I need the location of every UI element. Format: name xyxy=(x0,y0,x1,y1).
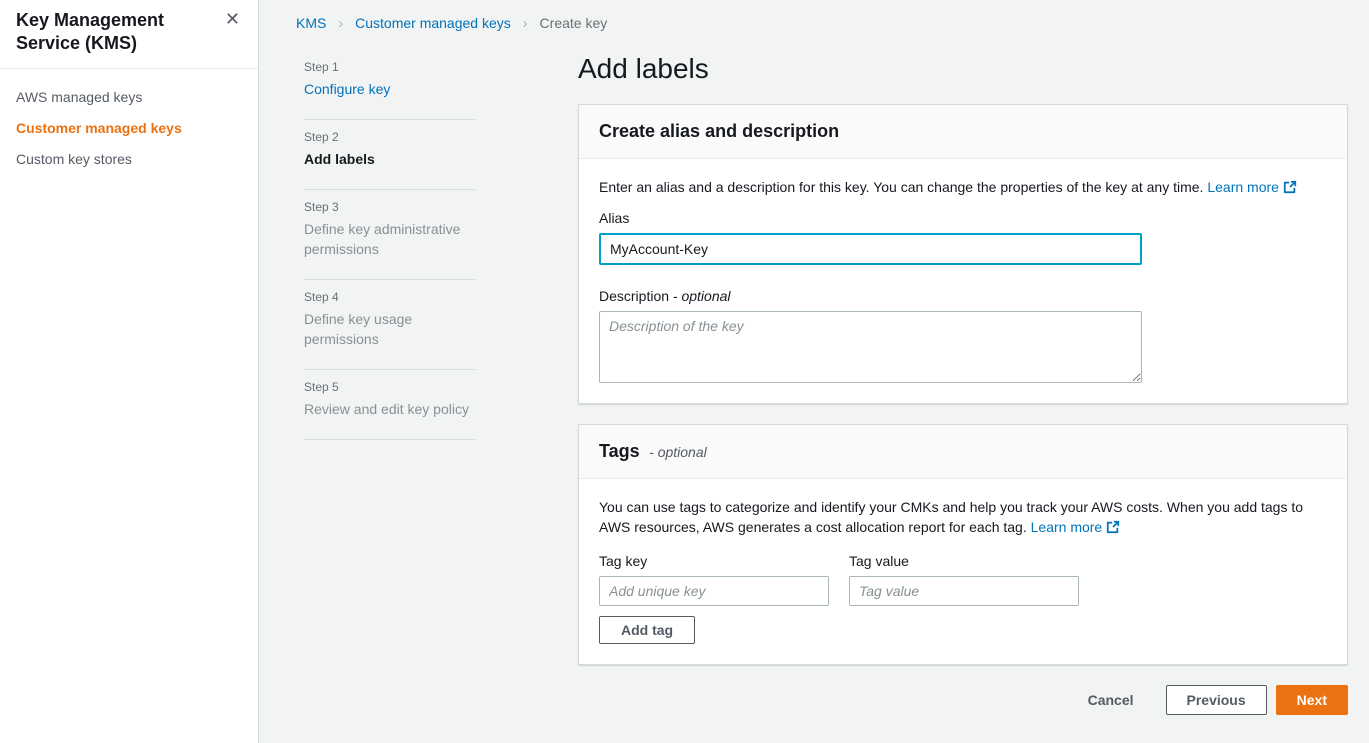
tags-card-header: Tags - optional xyxy=(579,425,1347,479)
alias-label: Alias xyxy=(599,210,1327,226)
tags-learn-more-link[interactable]: Learn more xyxy=(1031,519,1121,535)
sidebar: Key Management Service (KMS) ✕ AWS manag… xyxy=(0,0,259,743)
add-tag-button[interactable]: Add tag xyxy=(599,616,695,644)
page-title: Add labels xyxy=(578,53,1348,85)
step-number: Step 2 xyxy=(304,130,476,144)
sidebar-item-custom-key-stores[interactable]: Custom key stores xyxy=(0,144,258,175)
close-icon[interactable]: ✕ xyxy=(221,8,244,30)
sidebar-item-customer-managed-keys[interactable]: Customer managed keys xyxy=(0,113,258,144)
content-area: KMS › Customer managed keys › Create key… xyxy=(260,0,1369,743)
step-number: Step 3 xyxy=(304,200,476,214)
tag-key-field-group: Tag key xyxy=(599,553,829,606)
next-button[interactable]: Next xyxy=(1276,685,1348,715)
breadcrumb-link-kms[interactable]: KMS xyxy=(296,15,326,31)
tags-intro-text: You can use tags to categorize and ident… xyxy=(599,497,1327,537)
content-row: Step 1 Configure key Step 2 Add labels S… xyxy=(260,44,1369,715)
step-item-3: Step 3 Define key administrative permiss… xyxy=(304,190,476,280)
wizard-footer-actions: Cancel Previous Next xyxy=(578,685,1348,715)
step-title-add-labels: Add labels xyxy=(304,149,476,169)
tags-card-title: Tags xyxy=(599,441,640,461)
step-item-5: Step 5 Review and edit key policy xyxy=(304,370,476,440)
tag-key-input[interactable] xyxy=(599,576,829,606)
external-link-icon xyxy=(1106,520,1120,534)
description-textarea[interactable] xyxy=(599,311,1142,383)
sidebar-item-aws-managed-keys[interactable]: AWS managed keys xyxy=(0,82,258,113)
tag-key-label: Tag key xyxy=(599,553,829,569)
tags-card: Tags - optional You can use tags to cate… xyxy=(578,424,1348,665)
step-number: Step 4 xyxy=(304,290,476,304)
step-title-usage-permissions: Define key usage permissions xyxy=(304,309,476,349)
step-number: Step 1 xyxy=(304,60,476,74)
tag-value-field-group: Tag value xyxy=(849,553,1079,606)
step-title-admin-permissions: Define key administrative permissions xyxy=(304,219,476,259)
tag-value-label: Tag value xyxy=(849,553,1079,569)
step-item-1: Step 1 Configure key xyxy=(304,50,476,120)
tags-card-body: You can use tags to categorize and ident… xyxy=(579,479,1347,664)
external-link-icon xyxy=(1283,180,1297,194)
breadcrumb-separator-icon: › xyxy=(338,15,343,32)
breadcrumb-current-page: Create key xyxy=(540,15,608,31)
main-panel: Add labels Create alias and description … xyxy=(578,44,1348,715)
tags-optional-label: - optional xyxy=(649,444,707,460)
tag-value-input[interactable] xyxy=(849,576,1079,606)
breadcrumb: KMS › Customer managed keys › Create key xyxy=(260,0,1369,44)
alias-intro-text: Enter an alias and a description for thi… xyxy=(599,177,1327,197)
step-item-4: Step 4 Define key usage permissions xyxy=(304,280,476,370)
step-nav: Step 1 Configure key Step 2 Add labels S… xyxy=(304,44,476,440)
alias-input[interactable] xyxy=(599,233,1142,265)
step-title-configure-key[interactable]: Configure key xyxy=(304,79,476,99)
breadcrumb-link-customer-managed-keys[interactable]: Customer managed keys xyxy=(355,15,511,31)
breadcrumb-separator-icon: › xyxy=(523,15,528,32)
step-title-review-policy: Review and edit key policy xyxy=(304,399,476,419)
alias-card-body: Enter an alias and a description for thi… xyxy=(579,159,1347,403)
tags-intro: You can use tags to categorize and ident… xyxy=(599,499,1303,535)
description-field-group: Description - optional xyxy=(599,288,1327,383)
alias-card-header: Create alias and description xyxy=(579,105,1347,159)
kms-console-window: Key Management Service (KMS) ✕ AWS manag… xyxy=(0,0,1369,743)
description-label: Description - optional xyxy=(599,288,1327,304)
alias-card: Create alias and description Enter an al… xyxy=(578,104,1348,404)
alias-card-title: Create alias and description xyxy=(599,121,839,141)
alias-intro: Enter an alias and a description for thi… xyxy=(599,179,1203,195)
previous-button[interactable]: Previous xyxy=(1166,685,1267,715)
step-item-2: Step 2 Add labels xyxy=(304,120,476,190)
description-optional-label: - optional xyxy=(673,288,731,304)
sidebar-header: Key Management Service (KMS) ✕ xyxy=(0,0,258,69)
tag-input-row: Tag key Tag value xyxy=(599,553,1327,606)
sidebar-nav: AWS managed keys Customer managed keys C… xyxy=(0,69,258,188)
alias-learn-more-link[interactable]: Learn more xyxy=(1207,179,1297,195)
sidebar-title: Key Management Service (KMS) xyxy=(16,9,214,55)
step-number: Step 5 xyxy=(304,380,476,394)
cancel-button[interactable]: Cancel xyxy=(1088,692,1134,708)
